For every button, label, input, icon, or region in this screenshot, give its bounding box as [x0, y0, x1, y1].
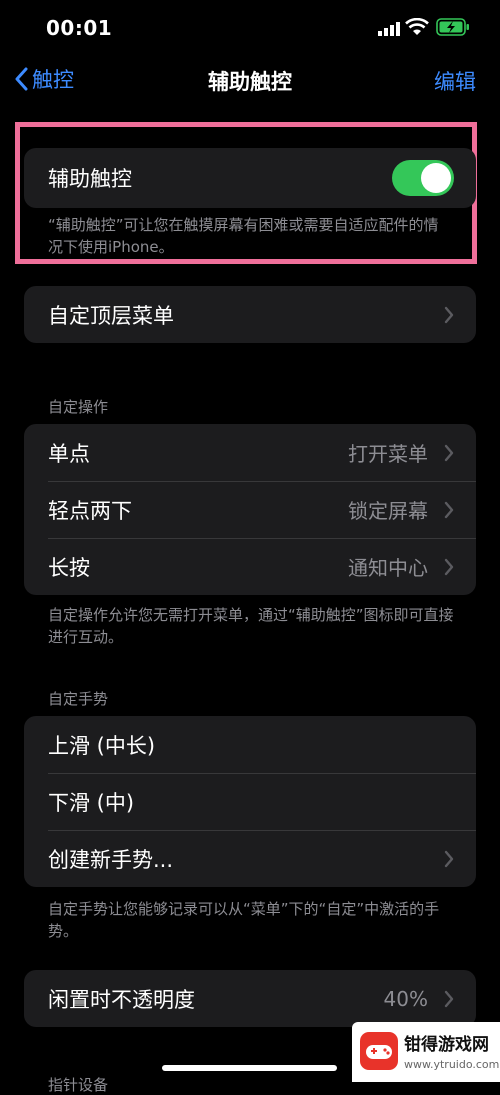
watermark-name: 钳得游戏网 — [404, 1035, 489, 1055]
chevron-right-icon — [444, 444, 454, 461]
idle-opacity-row[interactable]: 闲置时不透明度 40% — [24, 970, 476, 1027]
status-bar: 00:01 — [0, 0, 500, 56]
row-label: 长按 — [48, 555, 90, 580]
custom-gestures-footer: 自定手势让您能够记录可以从“菜单”下的“自定”中激活的手势。 — [48, 900, 440, 940]
gesture-row[interactable]: 上滑 (中长) — [24, 716, 476, 773]
customize-top-menu-label: 自定顶层菜单 — [48, 303, 174, 328]
pointer-devices-header: 指针设备 — [48, 1076, 109, 1094]
custom-actions-group: 单点 打开菜单 轻点两下 锁定屏幕 长按 通知中心 — [24, 424, 476, 595]
toggle-knob — [421, 163, 451, 193]
idle-opacity-group: 闲置时不透明度 40% — [24, 970, 476, 1027]
home-indicator — [162, 1065, 337, 1071]
navigation-bar: 触控 辅助触控 编辑 — [0, 56, 500, 106]
assistive-touch-label: 辅助触控 — [48, 167, 132, 191]
chevron-right-icon — [444, 306, 454, 323]
row-label: 单点 — [48, 441, 90, 466]
gamepad-logo-icon — [360, 1032, 398, 1070]
chevron-right-icon — [444, 558, 454, 575]
single-tap-row[interactable]: 单点 打开菜单 — [24, 424, 476, 481]
custom-actions-footer: 自定操作允许您无需打开菜单，通过“辅助触控”图标即可直接进行互动。 — [48, 606, 454, 646]
create-new-gesture-row[interactable]: 创建新手势... — [24, 830, 476, 887]
row-label: 轻点两下 — [48, 498, 132, 523]
row-value: 打开菜单 — [348, 442, 428, 466]
row-value: 40% — [383, 986, 428, 1011]
assistive-touch-toggle[interactable] — [392, 160, 454, 196]
battery-charging-icon — [436, 18, 469, 36]
status-time: 00:01 — [46, 16, 113, 40]
long-press-row[interactable]: 长按 通知中心 — [24, 538, 476, 595]
double-tap-row[interactable]: 轻点两下 锁定屏幕 — [24, 481, 476, 538]
assistive-touch-row[interactable]: 辅助触控 — [24, 148, 476, 208]
chevron-right-icon — [444, 850, 454, 867]
row-label: 闲置时不透明度 — [48, 987, 195, 1012]
assistive-touch-description: “辅助触控”可让您在触摸屏幕有困难或需要自适应配件的情况下使用iPhone。 — [48, 216, 439, 256]
row-label: 创建新手势... — [48, 847, 174, 872]
cellular-signal-icon — [378, 22, 400, 36]
customize-top-menu-row[interactable]: 自定顶层菜单 — [24, 286, 476, 343]
wifi-icon — [405, 18, 429, 35]
row-value: 通知中心 — [348, 556, 428, 580]
custom-gestures-header: 自定手势 — [48, 690, 109, 708]
row-label: 下滑 (中) — [48, 790, 135, 815]
edit-button[interactable]: 编辑 — [434, 66, 476, 96]
chevron-right-icon — [444, 990, 454, 1007]
page-title: 辅助触控 — [208, 70, 292, 94]
custom-actions-header: 自定操作 — [48, 398, 109, 416]
top-menu-group: 自定顶层菜单 — [24, 286, 476, 343]
row-value: 锁定屏幕 — [348, 499, 428, 523]
row-label: 上滑 (中长) — [48, 733, 156, 758]
watermark-url: www.ytruido.com — [404, 1058, 500, 1071]
watermark: 钳得游戏网 www.ytruido.com — [352, 1022, 500, 1082]
chevron-right-icon — [444, 501, 454, 518]
gesture-row[interactable]: 下滑 (中) — [24, 773, 476, 830]
assistive-touch-group: 辅助触控 — [24, 148, 476, 208]
custom-gestures-group: 上滑 (中长) 下滑 (中) 创建新手势... — [24, 716, 476, 887]
